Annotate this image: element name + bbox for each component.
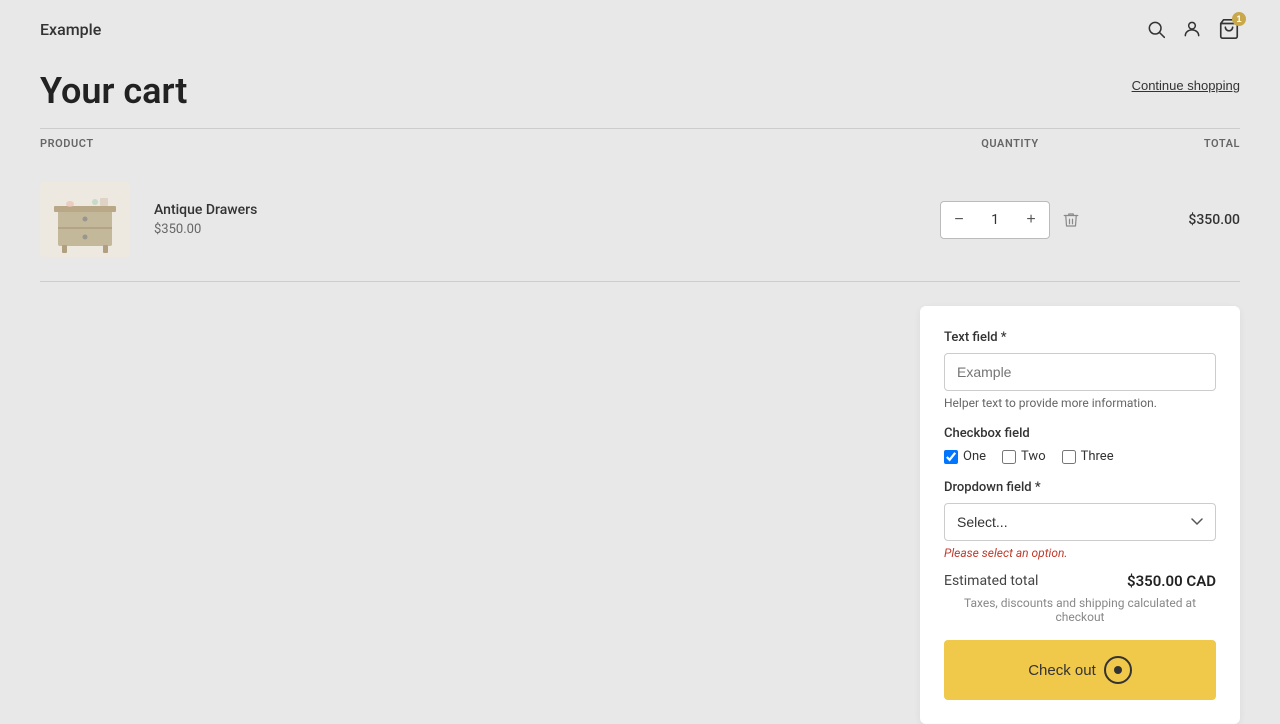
col-product-header: PRODUCT [40,137,900,150]
col-quantity-header: QUANTITY [900,137,1120,150]
checkout-button[interactable]: Check out [944,640,1216,700]
dropdown-error-text: Please select an option. [944,546,1216,560]
product-info: Antique Drawers $350.00 [130,202,900,237]
trash-icon [1062,211,1080,229]
dropdown-field-section: Dropdown field * Select... Option 1 Opti… [944,480,1216,560]
cart-table-header: PRODUCT QUANTITY TOTAL [40,128,1240,158]
checkbox-one[interactable]: One [944,449,986,464]
dropdown-field-label: Dropdown field * [944,480,1216,495]
product-price: $350.00 [154,222,900,237]
checkbox-three-input[interactable] [1062,450,1076,464]
checkbox-three-label: Three [1081,449,1114,464]
product-image [40,182,130,257]
continue-shopping-link[interactable]: Continue shopping [1132,78,1240,93]
helper-text: Helper text to provide more information. [944,396,1216,410]
cursor-ring-icon [1104,656,1132,684]
quantity-column: − 1 + [900,201,1120,239]
checkbox-one-input[interactable] [944,450,958,464]
search-button[interactable] [1146,19,1166,39]
account-button[interactable] [1182,19,1202,39]
quantity-stepper: − 1 + [940,201,1050,239]
product-thumbnail [40,182,130,257]
cart-count-badge: 1 [1232,12,1246,26]
checkbox-two-input[interactable] [1002,450,1016,464]
site-header: Example 1 [40,0,1240,50]
checkout-button-label: Check out [1028,662,1096,679]
quantity-decrease-button[interactable]: − [941,202,977,238]
checkbox-group: One Two Three [944,449,1216,464]
checkbox-three[interactable]: Three [1062,449,1114,464]
col-total-header: TOTAL [1120,137,1240,150]
estimated-total-value: $350.00 CAD [1127,572,1216,590]
cart-button[interactable]: 1 [1218,18,1240,40]
estimated-total-row: Estimated total $350.00 CAD [944,572,1216,590]
product-name: Antique Drawers [154,202,900,218]
quantity-value: 1 [977,212,1013,228]
cart-summary-panel: Text field * Helper text to provide more… [920,306,1240,724]
taxes-note: Taxes, discounts and shipping calculated… [944,596,1216,624]
header-icons: 1 [1146,18,1240,40]
cart-item: Antique Drawers $350.00 − 1 + $350.00 [40,158,1240,282]
cart-summary-wrapper: Text field * Helper text to provide more… [40,282,1240,724]
dropdown-select[interactable]: Select... Option 1 Option 2 Option 3 [944,503,1216,541]
quantity-increase-button[interactable]: + [1013,202,1049,238]
checkbox-two-label: Two [1021,449,1046,464]
search-icon [1146,19,1166,39]
delete-item-button[interactable] [1062,211,1080,229]
brand-logo: Example [40,20,101,39]
text-field-input[interactable] [944,353,1216,391]
checkbox-two[interactable]: Two [1002,449,1046,464]
checkbox-field-label: Checkbox field [944,426,1216,441]
text-field-label: Text field * [944,330,1216,345]
checkbox-one-label: One [963,449,986,464]
page-title-row: Your cart Continue shopping [40,50,1240,128]
page-title: Your cart [40,70,187,112]
estimated-total-label: Estimated total [944,573,1038,589]
item-total: $350.00 [1120,212,1240,228]
account-icon [1182,19,1202,39]
